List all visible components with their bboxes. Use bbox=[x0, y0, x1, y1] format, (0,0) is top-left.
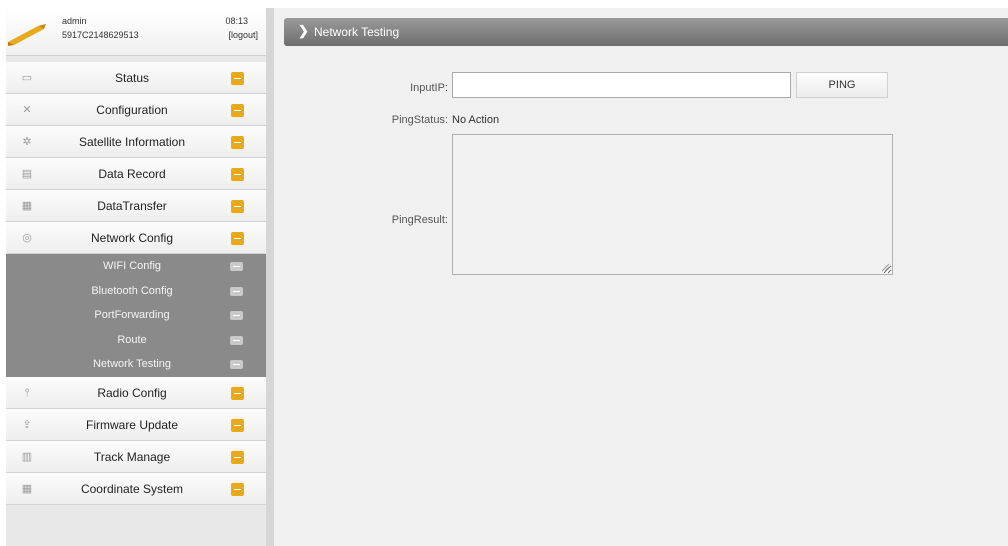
menu-item-label: Configuration bbox=[96, 103, 168, 117]
coordinate-icon: ▦ bbox=[21, 482, 33, 495]
menu-item-label: Coordinate System bbox=[80, 481, 184, 496]
network-config-submenu: WIFI Config Bluetooth Config PortForward… bbox=[6, 254, 266, 377]
submenu-item-portforwarding[interactable]: PortForwarding bbox=[6, 303, 266, 328]
ping-button[interactable]: PING bbox=[796, 72, 888, 98]
submenu-item-label: Bluetooth Config bbox=[91, 284, 173, 297]
submenu-item-route[interactable]: Route bbox=[6, 328, 266, 353]
satellite-icon: ✲ bbox=[22, 136, 32, 148]
menu-item-status[interactable]: ▭ Status bbox=[6, 62, 266, 94]
submenu-item-label: PortForwarding bbox=[94, 309, 170, 322]
page-title: Network Testing bbox=[314, 25, 400, 39]
menu-item-firmware-update[interactable]: ⇪ Firmware Update bbox=[6, 408, 266, 441]
ping-result-label: PingResult: bbox=[391, 214, 448, 226]
expand-toggle-icon[interactable] bbox=[231, 104, 244, 117]
menu-item-data-record[interactable]: ▤ Data Record bbox=[6, 158, 266, 190]
menu-item-datatransfer[interactable]: ▦ DataTransfer bbox=[6, 190, 266, 222]
expand-toggle-icon[interactable] bbox=[231, 200, 244, 213]
tools-icon: ✕ bbox=[22, 104, 32, 116]
submenu-item-label: WIFI Config bbox=[102, 260, 162, 272]
menu-item-track-manage[interactable]: ▥ Track Manage bbox=[6, 440, 266, 473]
logout-link[interactable]: [logout] bbox=[228, 30, 258, 40]
chevron-right-icon: ❯ bbox=[298, 23, 309, 38]
main-content: ❯ Network Testing InputIP: PING PingStat… bbox=[274, 8, 1008, 546]
transfer-icon: ▦ bbox=[21, 200, 33, 212]
minus-icon bbox=[230, 335, 243, 345]
minus-icon bbox=[230, 360, 243, 370]
antenna-icon: ⫯ bbox=[24, 386, 30, 399]
submenu-item-bluetooth-config[interactable]: Bluetooth Config bbox=[6, 279, 266, 304]
page-title-bar: ❯ Network Testing bbox=[284, 18, 1008, 46]
menu-item-radio-config[interactable]: ⫯ Radio Config bbox=[6, 376, 266, 409]
record-icon: ▤ bbox=[21, 168, 33, 180]
menu-item-label: Satellite Information bbox=[78, 135, 186, 149]
submenu-item-label: Network Testing bbox=[92, 358, 172, 371]
network-icon: ◎ bbox=[22, 232, 32, 244]
minus-icon bbox=[230, 311, 243, 321]
track-icon: ▥ bbox=[21, 450, 33, 463]
menu-item-configuration[interactable]: ✕ Configuration bbox=[6, 94, 266, 126]
ping-result-textarea[interactable] bbox=[452, 134, 893, 275]
menu-item-coordinate-system[interactable]: ▦ Coordinate System bbox=[6, 472, 266, 505]
menu-item-network-config[interactable]: ◎ Network Config bbox=[6, 222, 266, 254]
expand-toggle-icon[interactable] bbox=[231, 136, 244, 149]
menu-item-label: DataTransfer bbox=[97, 199, 167, 213]
device-serial: 5917C2148629513 bbox=[62, 30, 139, 40]
sidebar: admin 5917C2148629513 08:13 [logout] ▭ S… bbox=[6, 8, 266, 546]
input-ip-label: InputIP: bbox=[410, 82, 448, 94]
expand-toggle-icon[interactable] bbox=[231, 168, 244, 181]
menu-item-label: Network Config bbox=[90, 231, 174, 245]
expand-toggle-icon[interactable] bbox=[231, 232, 244, 245]
username: admin bbox=[62, 16, 87, 26]
submenu-item-label: Route bbox=[117, 333, 147, 346]
clock-time: 08:13 bbox=[225, 16, 248, 26]
expand-toggle-icon[interactable] bbox=[231, 450, 244, 464]
input-ip-field[interactable] bbox=[452, 72, 791, 98]
expand-toggle-icon[interactable] bbox=[231, 482, 244, 496]
menu-item-label: Data Record bbox=[98, 167, 166, 181]
submenu-item-wifi-config[interactable]: WIFI Config bbox=[6, 254, 266, 279]
sidebar-divider bbox=[266, 8, 274, 546]
submenu-item-network-testing[interactable]: Network Testing bbox=[6, 352, 266, 377]
menu-item-label: Radio Config bbox=[97, 385, 167, 400]
expand-toggle-icon[interactable] bbox=[231, 386, 244, 400]
user-info-panel: admin 5917C2148629513 08:13 [logout] bbox=[6, 8, 266, 56]
expand-toggle-icon[interactable] bbox=[231, 418, 244, 432]
main-menu: ▭ Status ✕ Configuration ✲ Satellite Inf… bbox=[6, 62, 266, 505]
minus-icon bbox=[230, 286, 243, 296]
ping-status-value: No Action bbox=[452, 114, 500, 126]
pen-logo-icon bbox=[8, 24, 46, 46]
minus-icon bbox=[230, 262, 243, 271]
resize-grip-icon[interactable] bbox=[880, 262, 890, 272]
menu-item-satellite-information[interactable]: ✲ Satellite Information bbox=[6, 126, 266, 158]
menu-item-label: Firmware Update bbox=[85, 417, 179, 432]
expand-toggle-icon[interactable] bbox=[231, 72, 244, 85]
upload-icon: ⇪ bbox=[22, 418, 32, 431]
ping-status-label: PingStatus: bbox=[391, 114, 448, 126]
monitor-icon: ▭ bbox=[21, 72, 33, 84]
menu-item-label: Track Manage bbox=[93, 449, 171, 464]
menu-item-label: Status bbox=[114, 71, 150, 85]
